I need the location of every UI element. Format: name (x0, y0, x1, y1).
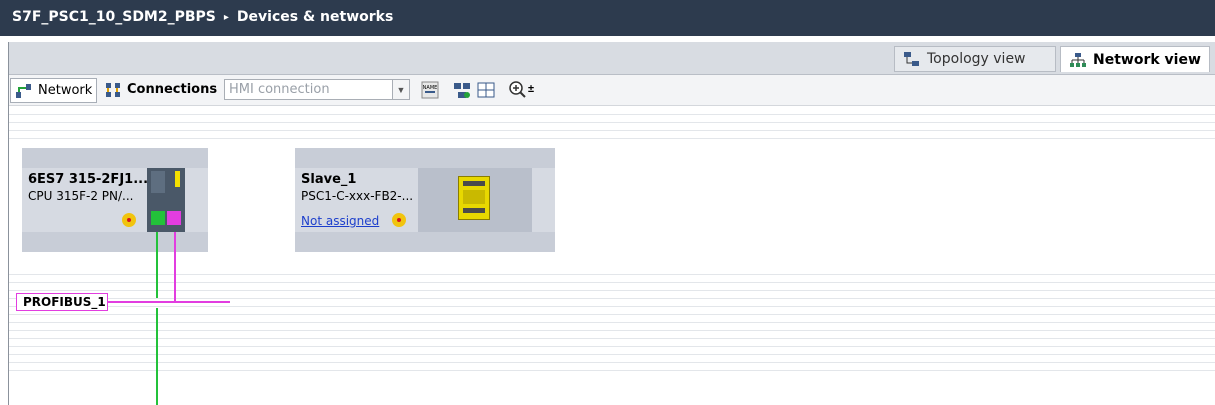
grid-line (8, 122, 1215, 123)
slave-module-area (418, 168, 532, 232)
network-icon (15, 83, 33, 99)
network-view-icon (1069, 52, 1087, 68)
profibus-port-icon[interactable] (167, 211, 181, 225)
grid-line (8, 114, 1215, 115)
device-header-band (295, 148, 555, 168)
slave-name: Slave_1 (301, 172, 357, 187)
network-mode-button[interactable]: Network (10, 78, 98, 103)
grid-line (8, 306, 1215, 307)
grid-line (8, 314, 1215, 315)
zoom-menu-icon[interactable]: ± (528, 83, 534, 95)
profibus-drop-line[interactable] (174, 232, 176, 302)
ethernet-port-icon[interactable] (151, 211, 165, 225)
network-overview-icon[interactable] (452, 80, 472, 100)
tab-network-label: Network view (1093, 51, 1201, 68)
not-assigned-link[interactable]: Not assigned (301, 214, 379, 228)
toolbar: Network Connections HMI connection ▼ NAM… (8, 75, 1215, 106)
breadcrumb-project[interactable]: S7F_PSC1_10_SDM2_PBPS (12, 9, 216, 25)
grid-line (8, 346, 1215, 347)
diagnostic-icon (122, 213, 136, 227)
profibus-label[interactable]: PROFIBUS_1 (16, 293, 108, 311)
diagnostic-icon (392, 213, 406, 227)
connections-mode-button[interactable]: Connections (104, 78, 217, 101)
name-display-icon[interactable]: NAME (420, 80, 440, 100)
tab-topology-view[interactable]: Topology view (894, 46, 1056, 72)
grid-line (8, 274, 1215, 275)
device-header-band (22, 148, 208, 168)
view-switcher: Topology view Network view (8, 42, 1215, 75)
chevron-down-icon[interactable]: ▼ (392, 80, 409, 99)
svg-text:NAME: NAME (423, 85, 438, 91)
grid-line (8, 322, 1215, 323)
grid-icon[interactable] (476, 80, 496, 100)
slave-type: PSC1-C-xxx-FB2-... (301, 189, 414, 203)
device-footer-band (295, 232, 555, 252)
pilz-module-icon (458, 176, 490, 220)
breadcrumb-page: Devices & networks (236, 9, 394, 25)
grid-line (8, 338, 1215, 339)
plc-name: 6ES7 315-2FJ1... (28, 172, 149, 187)
plc-module-icon (147, 168, 185, 232)
ethernet-line[interactable] (156, 232, 158, 298)
grid-line (8, 130, 1215, 131)
grid-line (8, 330, 1215, 331)
grid-line (8, 362, 1215, 363)
topology-icon (903, 51, 921, 67)
tab-network-view[interactable]: Network view (1060, 46, 1210, 72)
profibus-bus-line[interactable] (108, 301, 230, 303)
slave-device[interactable]: Slave_1 PSC1-C-xxx-FB2-... Not assigned (295, 148, 555, 252)
grid-line (8, 354, 1215, 355)
grid-line (8, 298, 1215, 299)
connection-type-select[interactable]: HMI connection ▼ (224, 79, 410, 100)
title-bar: S7F_PSC1_10_SDM2_PBPS ▸ Devices & networ… (0, 0, 1215, 36)
network-mode-label: Network (38, 83, 93, 98)
connections-mode-label: Connections (127, 82, 218, 97)
connection-type-value: HMI connection (229, 82, 330, 97)
plc-device[interactable]: 6ES7 315-2FJ1... CPU 315F-2 PN/... (22, 148, 208, 252)
grid-line (8, 370, 1215, 371)
grid-line (8, 138, 1215, 139)
zoom-in-icon[interactable] (508, 80, 528, 100)
connections-icon (104, 82, 122, 98)
breadcrumb: S7F_PSC1_10_SDM2_PBPS ▸ Devices & networ… (12, 9, 393, 25)
device-footer-band (22, 232, 208, 252)
grid-line (8, 282, 1215, 283)
breadcrumb-separator: ▸ (223, 11, 229, 23)
plc-type: CPU 315F-2 PN/... (28, 189, 134, 203)
tab-topology-label: Topology view (927, 51, 1026, 67)
grid-line (8, 290, 1215, 291)
ethernet-line-lower[interactable] (156, 308, 158, 405)
canvas-border (8, 42, 9, 405)
